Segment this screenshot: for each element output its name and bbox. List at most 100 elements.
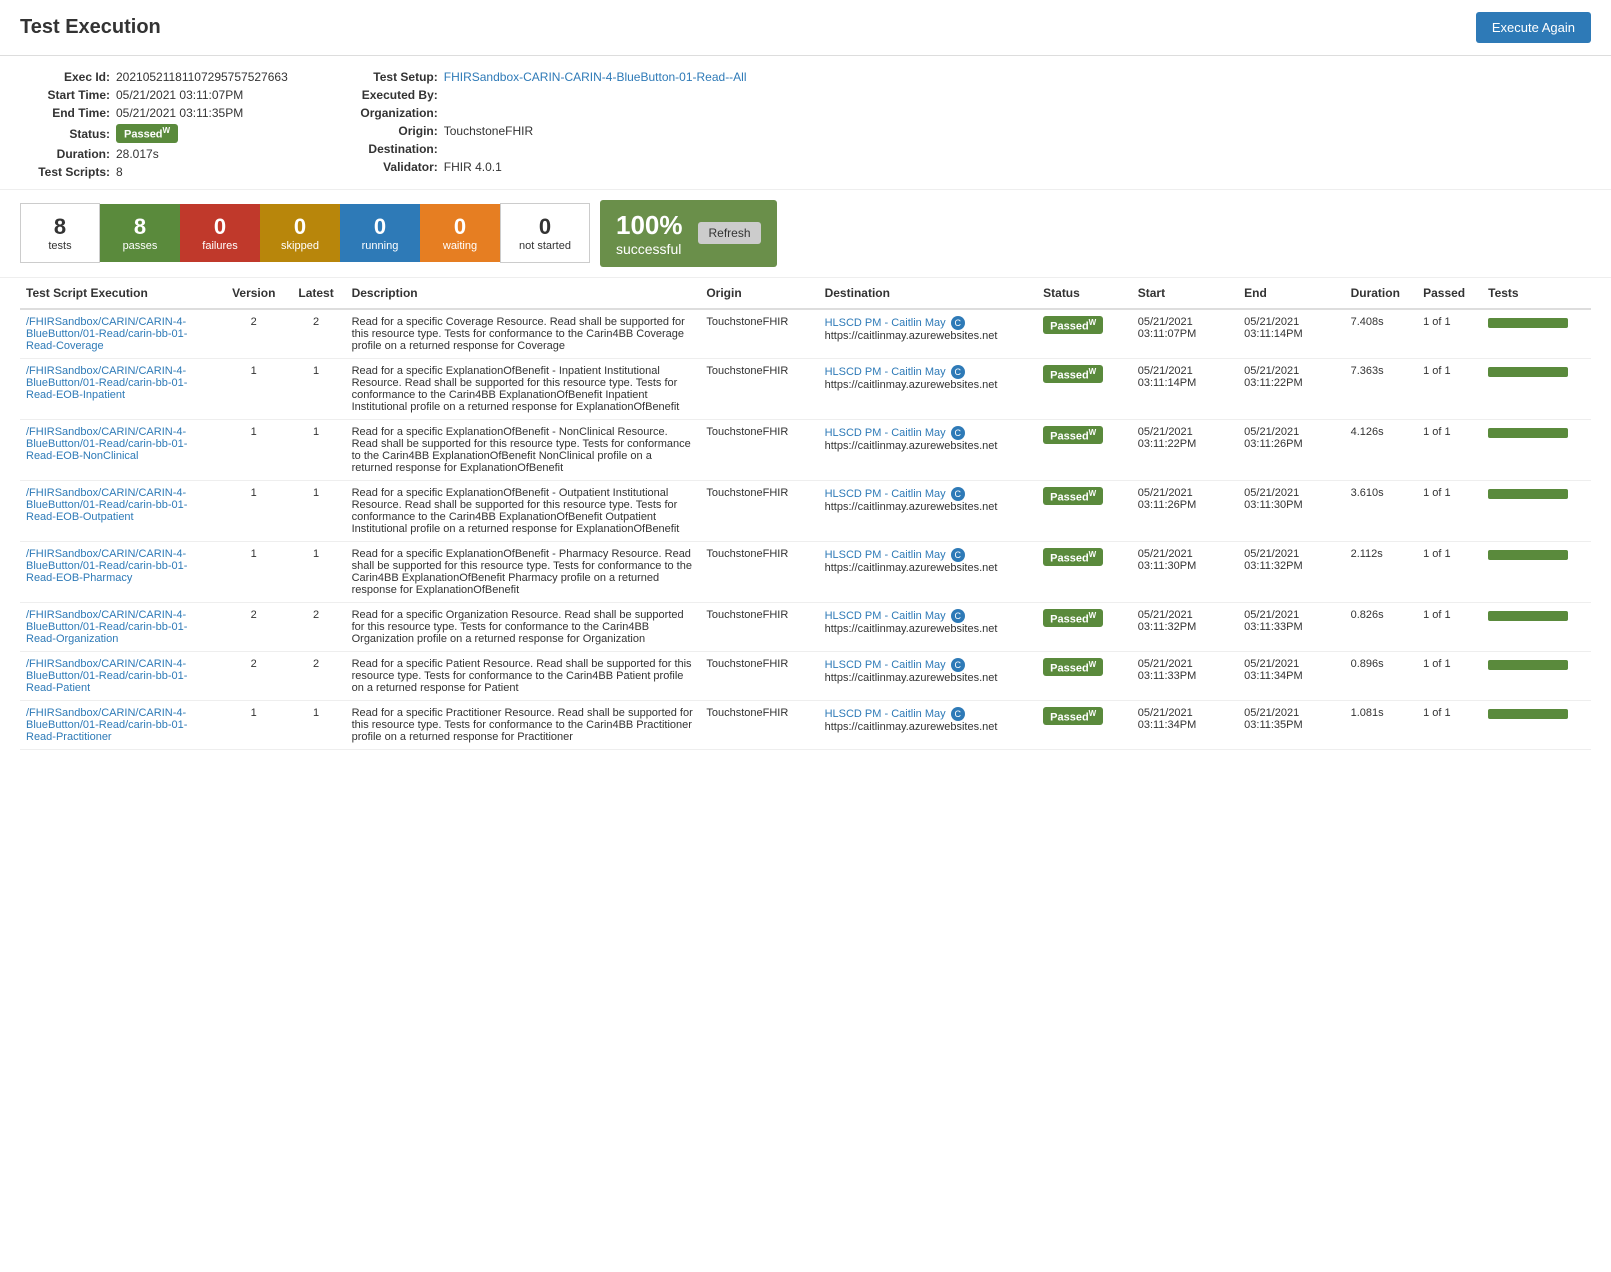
script-link[interactable]: /FHIRSandbox/CARIN/CARIN-4-BlueButton/01…	[26, 548, 215, 584]
passed-badge: PassedW	[1043, 487, 1103, 506]
test-scripts-row: Test Scripts: 8	[20, 165, 288, 179]
progress-bar-wrap	[1488, 367, 1568, 377]
latest-cell: 2	[286, 602, 345, 651]
destination-link[interactable]: HLSCD PM - Caitlin May	[825, 366, 946, 378]
destination-link[interactable]: HLSCD PM - Caitlin May	[825, 427, 946, 439]
status-cell: PassedW	[1037, 480, 1132, 541]
destination-link[interactable]: HLSCD PM - Caitlin May	[825, 549, 946, 561]
executed-by-row: Executed By:	[348, 88, 747, 102]
description-cell: Read for a specific Coverage Resource. R…	[346, 309, 701, 359]
tests-cell	[1482, 480, 1591, 541]
end-cell: 05/21/202103:11:26PM	[1238, 419, 1344, 480]
destination-cell: HLSCD PM - Caitlin May C https://caitlin…	[819, 480, 1038, 541]
tests-cell	[1482, 419, 1591, 480]
script-link[interactable]: /FHIRSandbox/CARIN/CARIN-4-BlueButton/01…	[26, 707, 215, 743]
latest-cell: 2	[286, 309, 345, 359]
script-link[interactable]: /FHIRSandbox/CARIN/CARIN-4-BlueButton/01…	[26, 658, 215, 694]
end-cell: 05/21/202103:11:22PM	[1238, 358, 1344, 419]
end-cell: 05/21/202103:11:32PM	[1238, 541, 1344, 602]
duration-cell: 7.363s	[1345, 358, 1418, 419]
passes-label: passes	[123, 240, 158, 252]
progress-bar-fill	[1488, 709, 1568, 719]
col-header-origin: Origin	[700, 278, 818, 309]
execute-again-button[interactable]: Execute Again	[1476, 12, 1591, 43]
success-content: 100% successful	[616, 210, 683, 257]
latest-cell: 1	[286, 700, 345, 749]
script-link[interactable]: /FHIRSandbox/CARIN/CARIN-4-BlueButton/01…	[26, 609, 215, 645]
description-cell: Read for a specific Practitioner Resourc…	[346, 700, 701, 749]
progress-bar-fill	[1488, 611, 1568, 621]
table-row: /FHIRSandbox/CARIN/CARIN-4-BlueButton/01…	[20, 602, 1591, 651]
meta-left: Exec Id: 20210521181107295757527663 Star…	[20, 70, 288, 179]
version-cell: 2	[221, 602, 286, 651]
test-setup-link[interactable]: FHIRSandbox-CARIN-CARIN-4-BlueButton-01-…	[444, 70, 747, 84]
organization-row: Organization:	[348, 106, 747, 120]
destination-url: https://caitlinmay.azurewebsites.net	[825, 623, 998, 635]
start-cell: 05/21/202103:11:33PM	[1132, 651, 1238, 700]
progress-bar-fill	[1488, 489, 1568, 499]
col-header-start: Start	[1132, 278, 1238, 309]
page-header: Test Execution Execute Again	[0, 0, 1611, 56]
stat-failures: 0 failures	[180, 204, 260, 262]
end-cell: 05/21/202103:11:34PM	[1238, 651, 1344, 700]
running-label: running	[362, 240, 399, 252]
table-header-row: Test Script Execution Version Latest Des…	[20, 278, 1591, 309]
destination-cell: HLSCD PM - Caitlin May C https://caitlin…	[819, 651, 1038, 700]
destination-url: https://caitlinmay.azurewebsites.net	[825, 721, 998, 733]
duration-cell: 7.408s	[1345, 309, 1418, 359]
stat-waiting: 0 waiting	[420, 204, 500, 262]
success-label: successful	[616, 241, 683, 257]
start-cell: 05/21/202103:11:32PM	[1132, 602, 1238, 651]
description-cell: Read for a specific Organization Resourc…	[346, 602, 701, 651]
table-row: /FHIRSandbox/CARIN/CARIN-4-BlueButton/01…	[20, 309, 1591, 359]
script-link[interactable]: /FHIRSandbox/CARIN/CARIN-4-BlueButton/01…	[26, 365, 215, 401]
table-row: /FHIRSandbox/CARIN/CARIN-4-BlueButton/01…	[20, 358, 1591, 419]
destination-icon: C	[951, 658, 965, 672]
test-setup-row: Test Setup: FHIRSandbox-CARIN-CARIN-4-Bl…	[348, 70, 747, 84]
success-box: 100% successful Refresh	[600, 200, 777, 267]
destination-link[interactable]: HLSCD PM - Caitlin May	[825, 659, 946, 671]
script-link[interactable]: /FHIRSandbox/CARIN/CARIN-4-BlueButton/01…	[26, 487, 215, 523]
col-header-description: Description	[346, 278, 701, 309]
passed-cell: 1 of 1	[1417, 541, 1482, 602]
destination-link[interactable]: HLSCD PM - Caitlin May	[825, 708, 946, 720]
progress-bar-wrap	[1488, 660, 1568, 670]
latest-cell: 1	[286, 541, 345, 602]
destination-cell: HLSCD PM - Caitlin May C https://caitlin…	[819, 309, 1038, 359]
col-header-latest: Latest	[286, 278, 345, 309]
progress-bar-fill	[1488, 428, 1568, 438]
destination-cell: HLSCD PM - Caitlin May C https://caitlin…	[819, 602, 1038, 651]
destination-link[interactable]: HLSCD PM - Caitlin May	[825, 317, 946, 329]
duration-cell: 4.126s	[1345, 419, 1418, 480]
refresh-button[interactable]: Refresh	[698, 222, 760, 244]
passed-cell: 1 of 1	[1417, 309, 1482, 359]
script-link[interactable]: /FHIRSandbox/CARIN/CARIN-4-BlueButton/01…	[26, 426, 215, 462]
progress-bar-wrap	[1488, 428, 1568, 438]
destination-link[interactable]: HLSCD PM - Caitlin May	[825, 610, 946, 622]
passed-badge: PassedW	[1043, 426, 1103, 445]
end-cell: 05/21/202103:11:33PM	[1238, 602, 1344, 651]
status-cell: PassedW	[1037, 309, 1132, 359]
status-row: Status: PassedW	[20, 124, 288, 143]
destination-url: https://caitlinmay.azurewebsites.net	[825, 501, 998, 513]
origin-cell: TouchstoneFHIR	[700, 480, 818, 541]
description-cell: Read for a specific ExplanationOfBenefit…	[346, 358, 701, 419]
progress-bar-wrap	[1488, 550, 1568, 560]
start-cell: 05/21/202103:11:34PM	[1132, 700, 1238, 749]
script-link[interactable]: /FHIRSandbox/CARIN/CARIN-4-BlueButton/01…	[26, 316, 215, 352]
destination-icon: C	[951, 426, 965, 440]
description-cell: Read for a specific ExplanationOfBenefit…	[346, 419, 701, 480]
table-row: /FHIRSandbox/CARIN/CARIN-4-BlueButton/01…	[20, 541, 1591, 602]
progress-bar-wrap	[1488, 318, 1568, 328]
start-cell: 05/21/202103:11:14PM	[1132, 358, 1238, 419]
destination-link[interactable]: HLSCD PM - Caitlin May	[825, 488, 946, 500]
version-cell: 1	[221, 480, 286, 541]
waiting-number: 0	[454, 214, 466, 240]
start-time-value: 05/21/2021 03:11:07PM	[116, 88, 243, 102]
origin-value: TouchstoneFHIR	[444, 124, 533, 138]
stat-total: 8 tests	[20, 203, 100, 263]
progress-bar-fill	[1488, 318, 1568, 328]
col-header-version: Version	[221, 278, 286, 309]
failures-label: failures	[202, 240, 237, 252]
progress-bar-fill	[1488, 367, 1568, 377]
